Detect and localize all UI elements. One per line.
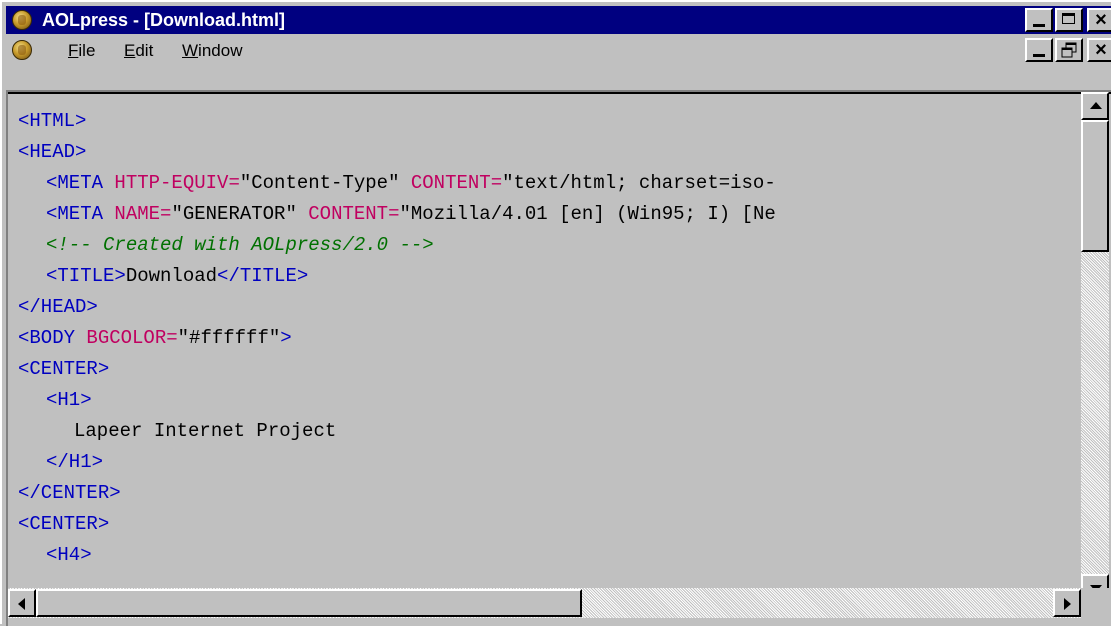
code-line: <BODY BGCOLOR="#ffffff"> bbox=[18, 323, 1082, 354]
comment-token: <!-- Created with AOLpress/2.0 --> bbox=[46, 234, 434, 256]
tag-token: <H1> bbox=[46, 389, 92, 411]
doc-close-button[interactable]: × bbox=[1087, 38, 1111, 62]
menu-window[interactable]: Window bbox=[182, 40, 242, 62]
close-icon: × bbox=[1095, 39, 1107, 61]
tag-token: <H4> bbox=[46, 544, 92, 566]
scroll-right-button[interactable] bbox=[1053, 589, 1081, 617]
tag-token: <CENTER> bbox=[18, 358, 110, 380]
menu-edit-label: dit bbox=[135, 41, 154, 60]
attribute-token: BGCOLOR= bbox=[86, 327, 178, 349]
tag-token: </TITLE> bbox=[217, 265, 309, 287]
attribute-token: CONTENT= bbox=[308, 203, 400, 225]
attribute-token: CONTENT= bbox=[410, 172, 503, 194]
menu-edit-mnemonic: E bbox=[124, 41, 136, 60]
code-line: <HEAD> bbox=[18, 137, 1082, 168]
tag-token: <META bbox=[46, 172, 115, 194]
code-line: </HEAD> bbox=[18, 292, 1082, 323]
value-token: "GENERATOR" bbox=[171, 203, 309, 225]
value-token: "Content-Type" bbox=[239, 172, 411, 194]
code-line: <H4> bbox=[18, 540, 1082, 571]
minimize-icon bbox=[1033, 54, 1045, 57]
scroll-up-button[interactable] bbox=[1081, 92, 1109, 120]
code-line: <!-- Created with AOLpress/2.0 --> bbox=[18, 230, 1082, 261]
menu-file-label: ile bbox=[78, 41, 96, 60]
menu-window-mnemonic: W bbox=[182, 41, 199, 60]
value-token: "text/html; charset=iso- bbox=[502, 172, 776, 194]
app-window: AOLpress - [Download.html] × File Edit W… bbox=[0, 0, 1111, 626]
vertical-scroll-thumb[interactable] bbox=[1081, 120, 1109, 252]
code-line: <CENTER> bbox=[18, 509, 1082, 540]
code-line: </H1> bbox=[18, 447, 1082, 478]
tag-token: <HTML> bbox=[18, 110, 87, 132]
source-editor[interactable]: <HTML> <HEAD> <META HTTP-EQUIV="Content-… bbox=[6, 90, 1111, 626]
attribute-token: NAME= bbox=[114, 203, 172, 225]
tag-token: > bbox=[280, 327, 292, 349]
code-line: Lapeer Internet Project bbox=[18, 416, 1082, 447]
vertical-scrollbar[interactable] bbox=[1081, 92, 1109, 602]
code-line: <H1> bbox=[18, 385, 1082, 416]
minimize-button[interactable] bbox=[1025, 8, 1053, 32]
tag-token: <META bbox=[46, 203, 115, 225]
scroll-up-arrow-icon bbox=[1090, 102, 1102, 109]
doc-minimize-button[interactable] bbox=[1025, 38, 1053, 62]
window-title: AOLpress - [Download.html] bbox=[42, 10, 285, 30]
tag-token: <BODY bbox=[18, 327, 87, 349]
minimize-icon bbox=[1033, 24, 1045, 27]
value-token: "#ffffff" bbox=[177, 327, 281, 349]
value-token: "Mozilla/4.01 [en] (Win95; I) [Ne bbox=[399, 203, 776, 225]
code-line: <META NAME="GENERATOR" CONTENT="Mozilla/… bbox=[18, 199, 1082, 230]
code-line: <HTML> bbox=[18, 106, 1082, 137]
tag-token: </H1> bbox=[46, 451, 104, 473]
code-line: <META HTTP-EQUIV="Content-Type" CONTENT=… bbox=[18, 168, 1082, 199]
aolpress-doc-icon[interactable] bbox=[12, 40, 32, 60]
menu-window-label: indow bbox=[198, 41, 243, 60]
scrollbar-corner bbox=[1081, 588, 1109, 618]
scroll-left-arrow-icon bbox=[18, 598, 25, 610]
tag-token: </HEAD> bbox=[18, 296, 98, 318]
maximize-icon bbox=[1062, 13, 1075, 24]
code-line: <CENTER> bbox=[18, 354, 1082, 385]
scroll-right-arrow-icon bbox=[1064, 598, 1071, 610]
code-line: <TITLE>Download</TITLE> bbox=[18, 261, 1082, 292]
tag-token: <HEAD> bbox=[18, 141, 87, 163]
text-token: Download bbox=[125, 265, 218, 287]
maximize-button[interactable] bbox=[1055, 8, 1083, 32]
tag-token: <CENTER> bbox=[18, 513, 110, 535]
aolpress-app-icon[interactable] bbox=[12, 10, 32, 30]
code-area[interactable]: <HTML> <HEAD> <META HTTP-EQUIV="Content-… bbox=[18, 106, 1082, 586]
horizontal-scrollbar[interactable] bbox=[8, 588, 1081, 618]
menu-file[interactable]: File bbox=[68, 40, 95, 62]
close-button[interactable]: × bbox=[1087, 8, 1111, 32]
menu-file-mnemonic: F bbox=[68, 41, 79, 60]
menu-edit[interactable]: Edit bbox=[124, 40, 153, 62]
doc-restore-button[interactable] bbox=[1055, 38, 1083, 62]
tag-token: <TITLE> bbox=[46, 265, 126, 287]
title-bar[interactable]: AOLpress - [Download.html] × bbox=[6, 6, 1111, 34]
menu-bar: File Edit Window × bbox=[6, 36, 1111, 66]
text-token: Lapeer Internet Project bbox=[74, 420, 337, 442]
restore-icon bbox=[1061, 42, 1077, 58]
code-line: </CENTER> bbox=[18, 478, 1082, 509]
close-icon: × bbox=[1095, 9, 1107, 31]
scroll-left-button[interactable] bbox=[8, 589, 36, 617]
horizontal-scroll-thumb[interactable] bbox=[36, 589, 582, 617]
attribute-token: HTTP-EQUIV= bbox=[114, 172, 240, 194]
tag-token: </CENTER> bbox=[18, 482, 121, 504]
